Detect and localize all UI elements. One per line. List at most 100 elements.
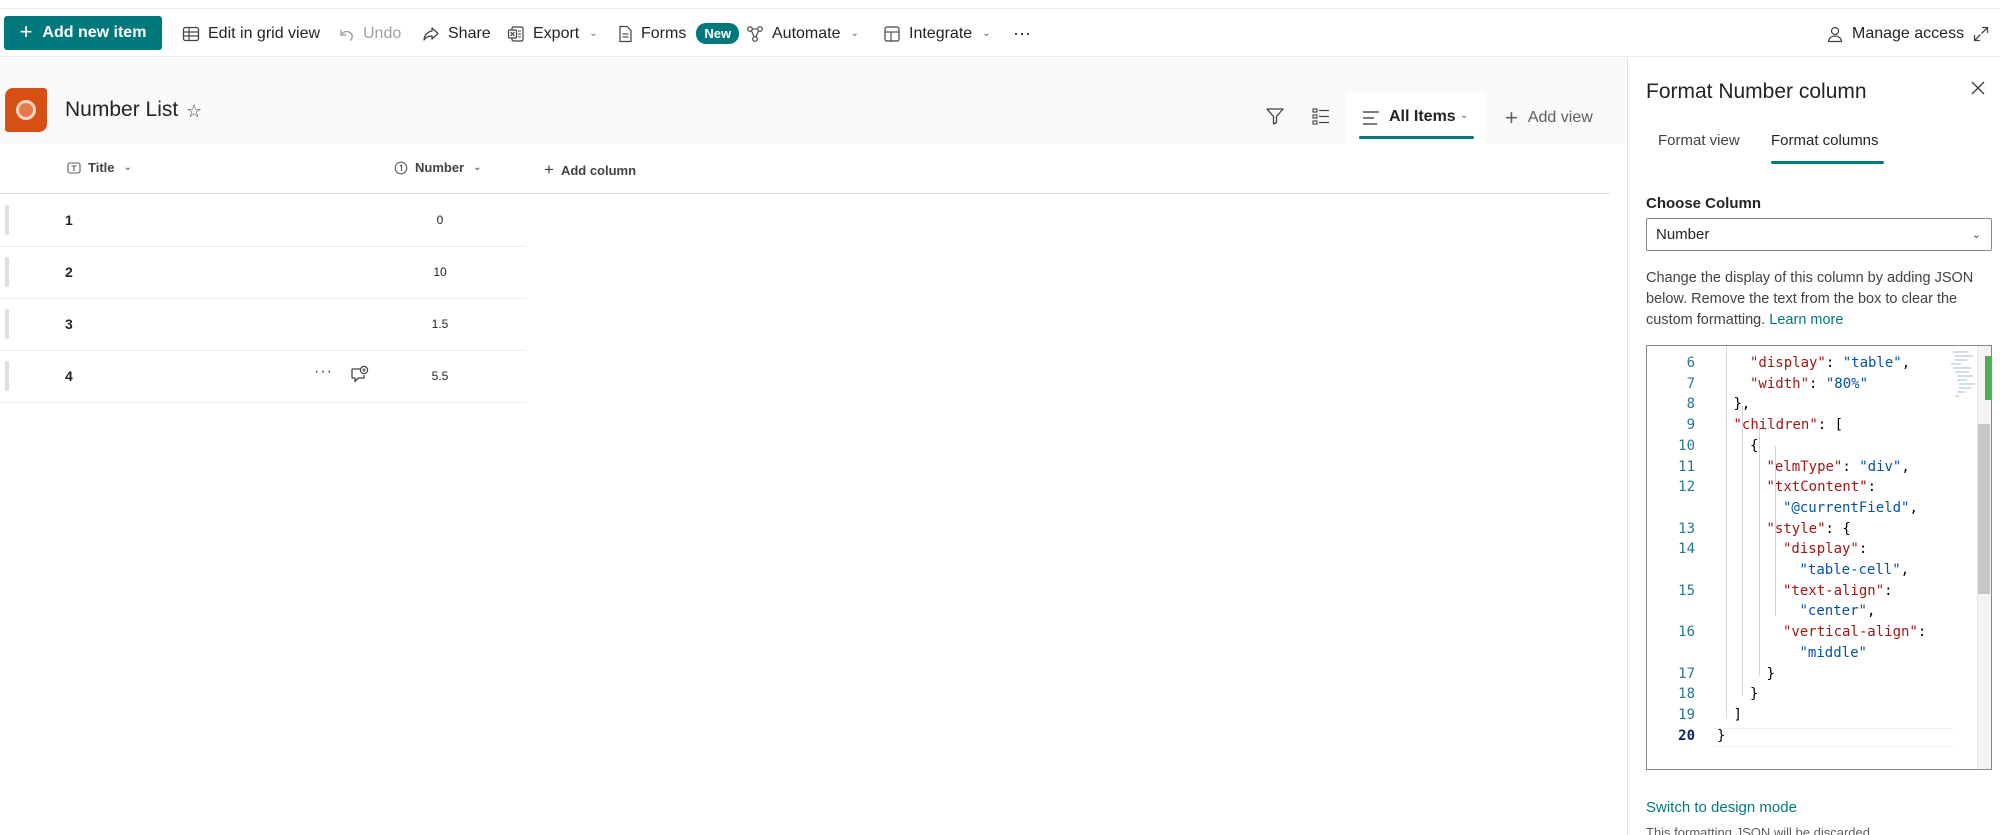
automate-button[interactable]: Automate ⌄	[746, 9, 859, 58]
row-title[interactable]: 1	[65, 212, 73, 228]
view-list-icon	[1363, 111, 1379, 125]
add-comment-icon[interactable]	[349, 365, 369, 385]
choose-column-dropdown[interactable]: Number ⌄	[1646, 218, 1992, 251]
code-line: "table-cell",	[1799, 562, 1910, 578]
row-select-handle[interactable]	[5, 205, 9, 235]
site-logo	[5, 88, 47, 132]
tab-format-columns[interactable]: Format columns	[1771, 132, 1879, 149]
add-view-button[interactable]: + Add view	[1505, 107, 1593, 129]
filter-icon[interactable]	[1265, 106, 1285, 126]
editor-scrollbar[interactable]	[1977, 346, 1991, 769]
line-number: 19	[1678, 706, 1695, 723]
flow-icon	[747, 25, 763, 42]
json-code-editor[interactable]: 6 "display": "table", 7 "width": "80%" 8}, 9 "…	[1646, 345, 1992, 770]
line-number: 15	[1678, 582, 1695, 599]
add-column-label: Add column	[560, 162, 637, 178]
row-select-handle[interactable]	[5, 309, 9, 339]
row-title[interactable]: 3	[65, 316, 73, 332]
table-row[interactable]: 3 1.5	[0, 299, 526, 351]
line-number: 18	[1678, 686, 1695, 703]
row-number: 1.5	[431, 317, 449, 331]
line-number: 7	[1686, 375, 1695, 392]
code-minimap[interactable]	[1947, 348, 1979, 408]
favorite-star-icon[interactable]: ☆	[186, 101, 202, 122]
editor-scroll-thumb[interactable]	[1978, 424, 1990, 594]
indent-guide	[1775, 446, 1776, 616]
share-label: Share	[448, 24, 491, 42]
row-title[interactable]: 4	[65, 368, 73, 384]
manage-access-button[interactable]: Manage access	[1826, 9, 1964, 58]
line-number: 9	[1686, 417, 1695, 434]
chevron-down-icon: ⌄	[1971, 229, 1981, 241]
row-number: 10	[433, 265, 447, 279]
current-line-highlight	[1713, 728, 1953, 747]
panel-title: Format Number column	[1646, 80, 1867, 103]
chevron-down-icon: ⌄	[982, 28, 991, 39]
line-number: 13	[1678, 520, 1695, 537]
switch-to-design-mode-link[interactable]: Switch to design mode	[1646, 799, 1797, 816]
forms-label: Forms	[641, 24, 687, 42]
code-line: "@currentField",	[1783, 499, 1918, 516]
group-by-icon[interactable]	[1311, 106, 1331, 126]
line-number: 6	[1686, 355, 1695, 371]
add-new-item-label: Add new item	[42, 24, 147, 41]
code-line: }	[1717, 727, 1726, 744]
code-line: "text-align":	[1783, 582, 1893, 599]
line-number: 14	[1678, 541, 1695, 558]
column-number-label: Number	[415, 160, 465, 175]
learn-more-link[interactable]: Learn more	[1769, 312, 1843, 328]
row-select-handle[interactable]	[5, 257, 9, 287]
expand-button[interactable]	[1972, 9, 1990, 58]
edit-grid-view-label: Edit in grid view	[208, 24, 321, 42]
discard-note: This formatting JSON will be discarded	[1646, 825, 1870, 835]
code-line: {	[1750, 437, 1759, 454]
plus-icon: +	[19, 19, 33, 44]
code-line: "txtContent":	[1766, 479, 1877, 496]
tab-format-view[interactable]: Format view	[1658, 132, 1740, 149]
line-number: 10	[1678, 437, 1695, 454]
row-more-button[interactable]: ···	[314, 363, 333, 381]
number-column-icon	[394, 161, 408, 174]
close-icon[interactable]	[1970, 80, 1986, 96]
line-number: 12	[1678, 479, 1695, 496]
code-line: "middle"	[1799, 644, 1867, 661]
form-icon	[619, 25, 632, 42]
chevron-down-icon: ⌄	[473, 162, 482, 173]
export-label: Export	[533, 24, 580, 42]
table-row[interactable]: 2 10	[0, 247, 526, 299]
code-line: ]	[1733, 706, 1742, 723]
add-column-button[interactable]: + Add column	[544, 160, 636, 180]
view-name: All Items	[1389, 108, 1456, 125]
active-tab-indicator	[1771, 161, 1884, 164]
row-select-handle[interactable]	[5, 361, 9, 391]
share-button[interactable]: Share	[422, 9, 491, 58]
line-number: 20	[1678, 727, 1695, 744]
choose-column-label: Choose Column	[1646, 195, 1761, 212]
list-title: Number List	[65, 98, 179, 121]
code-line: "style": {	[1766, 520, 1851, 537]
automate-label: Automate	[772, 24, 841, 42]
edit-grid-view-button[interactable]: Edit in grid view	[182, 9, 320, 58]
row-title[interactable]: 2	[65, 264, 73, 280]
undo-button[interactable]: Undo	[337, 9, 401, 58]
integrate-label: Integrate	[909, 24, 973, 42]
column-header-title[interactable]: Title ⌄	[67, 160, 132, 175]
line-number: 8	[1686, 396, 1695, 413]
format-column-panel: Format Number column Format view Format …	[1627, 58, 2000, 835]
undo-icon	[340, 29, 353, 41]
manage-access-label: Manage access	[1852, 24, 1965, 42]
add-view-label: Add view	[1527, 109, 1593, 126]
chevron-down-icon: ⌄	[1460, 110, 1469, 121]
row-number: 0	[436, 213, 444, 227]
export-button[interactable]: Export ⌄	[507, 9, 598, 58]
code-line: "vertical-align":	[1783, 624, 1927, 641]
undo-label: Undo	[363, 24, 402, 42]
forms-button[interactable]: Forms New	[617, 9, 740, 58]
more-commands-button[interactable]: ···	[1013, 9, 1031, 58]
integrate-button[interactable]: Integrate ⌄	[883, 9, 991, 58]
table-row[interactable]: 4 ··· 5.5	[0, 351, 526, 403]
add-new-item-button[interactable]: + Add new item	[4, 16, 162, 50]
column-header-number[interactable]: Number ⌄	[394, 160, 482, 175]
table-row[interactable]: 1 0	[0, 195, 526, 247]
view-selector-all-items[interactable]: All Items ⌄	[1345, 92, 1487, 144]
